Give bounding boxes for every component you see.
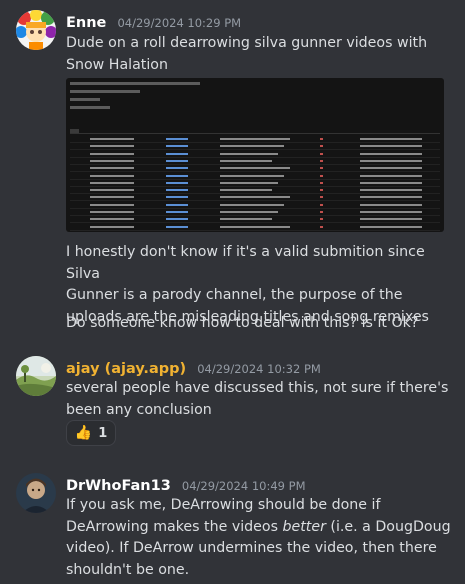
screenshot-row xyxy=(70,187,440,195)
screenshot-row xyxy=(70,173,440,180)
reaction-count: 1 xyxy=(98,425,108,441)
message-line: Snow Halation xyxy=(66,56,168,73)
message-line: DeArrowing makes the videos better (i.e.… xyxy=(66,517,456,539)
message-segment: (i.e. a DougDoug xyxy=(325,518,451,535)
screenshot-row xyxy=(70,194,440,202)
avatar-ajay[interactable] xyxy=(16,356,56,396)
message-text: several people have discussed this, not … xyxy=(66,378,456,421)
message-line: Dude on a roll dearrowing silva gunner v… xyxy=(66,35,428,51)
screenshot-row xyxy=(70,136,440,143)
message-emphasis: better xyxy=(282,518,326,535)
screenshot-row xyxy=(70,165,440,173)
message-line: several people have discussed this, not … xyxy=(66,380,449,396)
screenshot-row xyxy=(70,224,440,231)
screenshot-row xyxy=(70,158,440,165)
message-header: ajay (ajay.app) 04/29/2024 10:32 PM xyxy=(66,358,321,377)
message-line: video). If DeArrow undermines the video,… xyxy=(66,540,437,556)
message-header: DrWhoFan13 04/29/2024 10:49 PM xyxy=(66,475,306,494)
screenshot-table-header xyxy=(70,126,440,134)
message-line: Gunner is a parody channel, the purpose … xyxy=(66,287,403,303)
screenshot-row xyxy=(70,151,440,158)
reaction-thumbs-up[interactable]: 👍 1 xyxy=(66,420,116,446)
message-followup: Do someone know how to deal with this? i… xyxy=(66,313,456,335)
timestamp[interactable]: 04/29/2024 10:32 PM xyxy=(197,362,321,376)
screenshot-row xyxy=(70,209,440,216)
message-line: If you ask me, DeArrowing should be done… xyxy=(66,497,381,513)
timestamp[interactable]: 04/29/2024 10:49 PM xyxy=(182,479,306,493)
message-text: If you ask me, DeArrowing should be done… xyxy=(66,495,456,581)
message-line: been any conclusion xyxy=(66,401,212,418)
avatar-drwhofan13[interactable] xyxy=(16,473,56,513)
screenshot-info-lines xyxy=(70,82,210,114)
attached-screenshot[interactable] xyxy=(66,78,444,232)
message-line: shouldn't be one. xyxy=(66,561,190,578)
message-line: I honestly don't know if it's a valid su… xyxy=(66,244,425,282)
avatar-enne[interactable] xyxy=(16,10,56,50)
timestamp[interactable]: 04/29/2024 10:29 PM xyxy=(117,16,241,30)
author-name[interactable]: DrWhoFan13 xyxy=(66,478,171,494)
message-line: Do someone know how to deal with this? i… xyxy=(66,315,419,331)
message-segment: DeArrowing makes the videos xyxy=(66,518,283,535)
screenshot-row xyxy=(70,143,440,151)
author-name[interactable]: Enne xyxy=(66,15,106,31)
message-header: Enne 04/29/2024 10:29 PM xyxy=(66,12,241,31)
screenshot-tabs xyxy=(70,118,440,134)
thumbs-up-icon: 👍 xyxy=(74,425,93,441)
message-text: Dude on a roll dearrowing silva gunner v… xyxy=(66,33,456,76)
screenshot-row xyxy=(70,202,440,209)
author-name[interactable]: ajay (ajay.app) xyxy=(66,361,186,377)
screenshot-row xyxy=(70,180,440,187)
screenshot-row xyxy=(70,216,440,224)
